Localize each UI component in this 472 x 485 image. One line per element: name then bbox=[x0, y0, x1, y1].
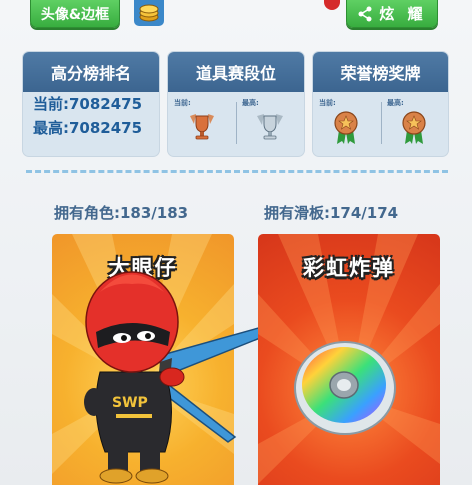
current-score: 当前:7082475 bbox=[33, 95, 143, 113]
item-tier-card[interactable]: 道具赛段位 当前: 最高: bbox=[167, 51, 305, 157]
avatar-frame-button[interactable]: 头像&边框 bbox=[30, 0, 120, 28]
owned-characters-count: 拥有角色:183/183 bbox=[54, 204, 189, 222]
board-name: 彩虹炸弹 bbox=[303, 256, 395, 280]
bronze-star-medal-icon bbox=[402, 111, 426, 144]
silver-trophy-badge-icon bbox=[257, 114, 283, 140]
item-tier-title: 道具赛段位 bbox=[168, 52, 304, 92]
tier-current-label: 当前: bbox=[174, 99, 191, 107]
section-divider bbox=[26, 170, 448, 173]
tier-best-label: 最高: bbox=[242, 99, 259, 107]
tier-divider bbox=[236, 102, 237, 144]
medal-divider bbox=[381, 102, 382, 144]
avatar-frame-label: 头像&边框 bbox=[40, 6, 110, 23]
coin-stack-icon[interactable] bbox=[134, 0, 164, 26]
bronze-star-medal-icon bbox=[334, 111, 358, 144]
share-label: 炫 耀 bbox=[379, 5, 427, 23]
medal-current-label: 当前: bbox=[319, 99, 336, 107]
owned-boards-count: 拥有滑板:174/174 bbox=[264, 204, 399, 222]
notification-dot bbox=[324, 0, 340, 10]
share-button[interactable]: 炫 耀 bbox=[346, 0, 438, 28]
svg-text:SWP: SWP bbox=[112, 395, 148, 411]
character-illustration: SWP bbox=[84, 271, 287, 484]
honor-medal-title: 荣誉榜奖牌 bbox=[313, 52, 448, 92]
bronze-trophy-badge-icon bbox=[190, 114, 214, 140]
rainbow-disc-board-icon bbox=[294, 341, 396, 435]
share-icon bbox=[358, 6, 372, 21]
best-score: 最高:7082475 bbox=[33, 119, 143, 137]
medal-best-label: 最高: bbox=[387, 99, 404, 107]
high-score-title: 高分榜排名 bbox=[23, 52, 159, 92]
honor-medal-card[interactable]: 荣誉榜奖牌 当前: 最高: bbox=[312, 51, 449, 157]
high-score-card[interactable]: 高分榜排名 当前:7082475 最高:7082475 bbox=[22, 51, 160, 157]
